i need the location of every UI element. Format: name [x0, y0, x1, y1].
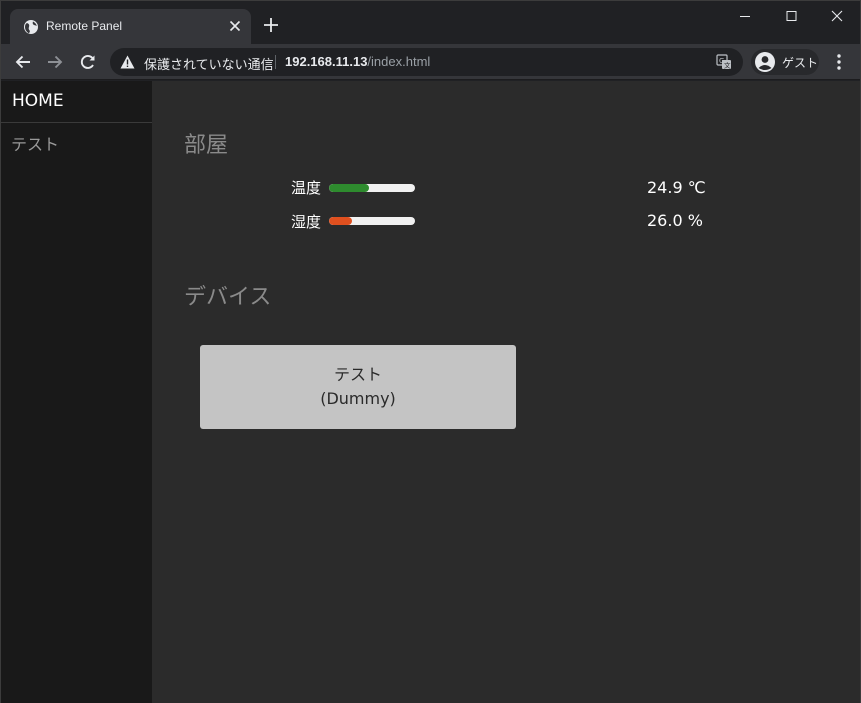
humidity-bar [329, 217, 415, 225]
humidity-value: 26.0 % [647, 211, 703, 230]
close-tab-icon[interactable] [227, 18, 243, 34]
forward-arrow-icon[interactable] [45, 52, 65, 72]
profile-button[interactable]: ゲスト [751, 49, 819, 75]
avatar-icon [755, 52, 775, 72]
reload-icon[interactable] [78, 52, 98, 72]
close-window-icon[interactable] [814, 1, 860, 33]
globe-icon [24, 20, 38, 34]
profile-label: ゲスト [782, 56, 819, 70]
page-content: HOME テスト 部屋 温度 24.9 ℃ 湿度 26.0 % デバイス テスト… [1, 81, 860, 703]
devices-section-title: デバイス [184, 285, 272, 310]
room-section-title: 部屋 [184, 133, 229, 158]
svg-text:文: 文 [724, 61, 731, 70]
url-host: 192.168.11.13 [285, 54, 368, 69]
tab-title: Remote Panel [46, 19, 123, 33]
url-path: /index.html [367, 54, 431, 69]
sidebar-item-test[interactable]: テスト [11, 131, 59, 155]
sidebar-home-link[interactable]: HOME [12, 91, 64, 111]
tab-strip: Remote Panel [1, 1, 860, 44]
address-bar[interactable]: 保護されていない通信 192.168.11.13/index.html G 文 [110, 48, 743, 76]
url-text[interactable]: 192.168.11.13/index.html [285, 54, 430, 69]
temperature-value: 24.9 ℃ [647, 178, 706, 197]
temperature-bar [329, 184, 415, 192]
maximize-icon[interactable] [768, 1, 814, 33]
minimize-icon[interactable] [722, 1, 768, 33]
translate-icon[interactable]: G 文 [716, 54, 732, 70]
humidity-bar-fill [329, 217, 353, 225]
new-tab-icon[interactable] [262, 16, 280, 34]
omnibox-divider [275, 55, 276, 69]
back-arrow-icon[interactable] [13, 52, 33, 72]
humidity-label: 湿度 [291, 213, 322, 231]
device-subtitle: (Dummy) [320, 389, 396, 408]
device-name: テスト [333, 365, 382, 384]
temperature-bar-fill [329, 184, 369, 192]
browser-window: Remote Panel 保護されていない通信 192.168.11.13/in… [0, 0, 861, 703]
sidebar-divider [1, 122, 152, 123]
more-menu-icon[interactable] [830, 52, 848, 72]
warning-icon[interactable] [120, 55, 135, 69]
security-label[interactable]: 保護されていない通信 [144, 54, 274, 73]
device-button-test[interactable]: テスト (Dummy) [200, 345, 516, 429]
toolbar: 保護されていない通信 192.168.11.13/index.html G 文 … [1, 44, 860, 80]
temperature-label: 温度 [291, 179, 322, 197]
sidebar: HOME テスト [1, 81, 152, 703]
tab-remote-panel[interactable]: Remote Panel [10, 9, 251, 44]
